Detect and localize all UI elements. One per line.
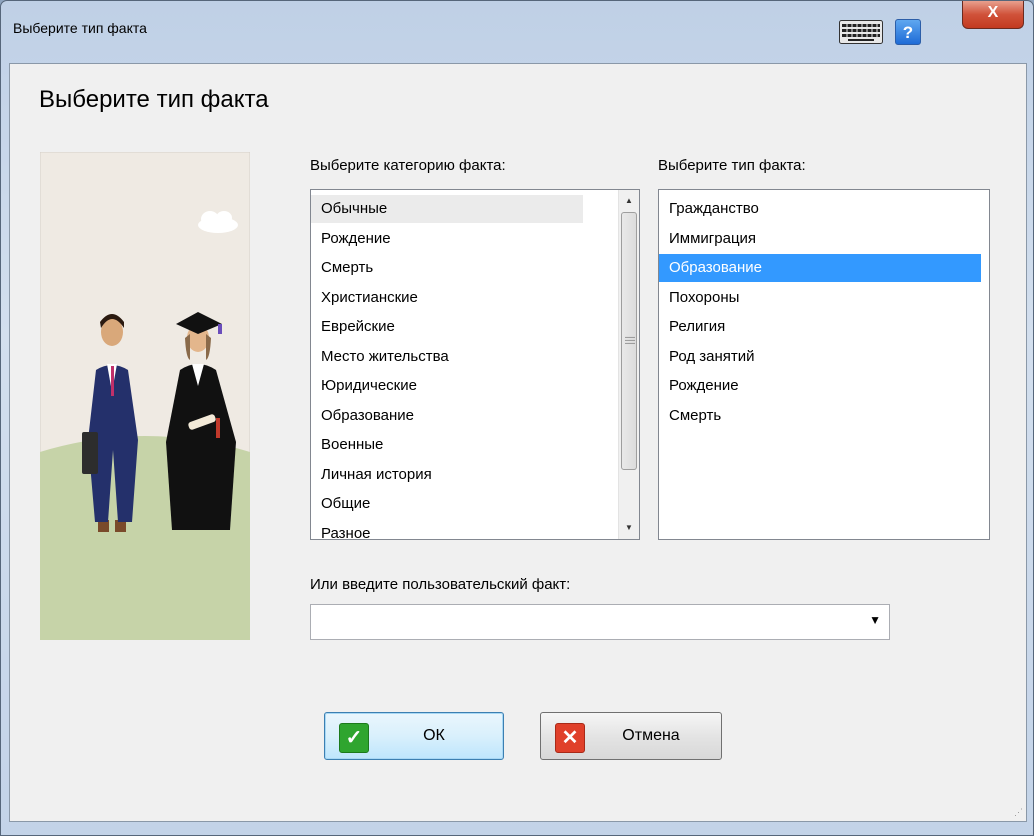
list-item[interactable]: Род занятий — [659, 343, 981, 371]
list-item[interactable]: Образование — [659, 254, 981, 282]
scroll-thumb[interactable]: — — — — [621, 212, 637, 470]
checkmark-icon: ✓ — [339, 723, 369, 753]
category-scrollbar[interactable]: ▲ — — — ▼ — [618, 190, 639, 539]
keyboard-icon[interactable] — [839, 20, 883, 44]
list-item[interactable]: Место жительства — [311, 343, 583, 371]
scroll-up-icon[interactable]: ▲ — [619, 192, 639, 210]
category-label: Выберите категорию факта: — [310, 157, 506, 174]
list-item[interactable]: Общие — [311, 490, 583, 518]
dropdown-arrow-icon[interactable]: ▼ — [869, 613, 881, 627]
list-item[interactable]: Юридические — [311, 372, 583, 400]
list-item[interactable]: Личная история — [311, 461, 583, 489]
help-button[interactable]: ? — [895, 19, 921, 45]
title-bar[interactable]: Выберите тип факта ? X — [1, 1, 1033, 63]
list-item[interactable]: Обычные — [311, 195, 583, 223]
list-item[interactable]: Смерть — [659, 402, 981, 430]
grip-icon: — — — — [625, 332, 635, 349]
education-illustration — [40, 152, 250, 640]
list-item[interactable]: Религия — [659, 313, 981, 341]
category-listbox[interactable]: Разное Общие Личная история Военные Образова… — [310, 189, 640, 540]
list-item[interactable]: Смерть — [311, 254, 583, 282]
list-item[interactable]: Гражданство — [659, 195, 981, 223]
list-item[interactable]: Военные — [311, 431, 583, 459]
dialog-content: Выберите тип факта Выберите категорию фа… — [9, 63, 1027, 822]
custom-fact-combobox[interactable]: ▼ — [310, 604, 890, 640]
dialog-heading: Выберите тип факта — [39, 86, 269, 113]
custom-fact-label: Или введите пользовательский факт: — [310, 576, 571, 593]
list-item[interactable]: Разное — [311, 520, 583, 540]
list-item[interactable]: Еврейские — [311, 313, 583, 341]
cancel-button[interactable]: ✕ Отмена — [540, 712, 722, 760]
list-item[interactable]: Иммиграция — [659, 225, 981, 253]
list-item[interactable]: Рождение — [311, 225, 583, 253]
list-item[interactable]: Образование — [311, 402, 583, 430]
list-item[interactable]: Рождение — [659, 372, 981, 400]
close-x-icon: ✕ — [555, 723, 585, 753]
window-title: Выберите тип факта — [13, 20, 147, 36]
dialog-window: Выберите тип факта ? X Выберите тип факт… — [0, 0, 1034, 836]
scroll-down-icon[interactable]: ▼ — [619, 519, 639, 537]
resize-grip-icon[interactable]: ⋰ — [1014, 807, 1023, 818]
list-item[interactable]: Похороны — [659, 284, 981, 312]
close-button[interactable]: X — [962, 1, 1024, 29]
ok-button-label: ОК — [423, 727, 445, 744]
type-label: Выберите тип факта: — [658, 157, 806, 174]
list-item[interactable]: Христианские — [311, 284, 583, 312]
type-listbox[interactable]: Смерть Рождение Род занятий Религия Похороны… — [658, 189, 990, 540]
ok-button[interactable]: ✓ ОК — [324, 712, 504, 760]
cancel-button-label: Отмена — [622, 727, 680, 744]
